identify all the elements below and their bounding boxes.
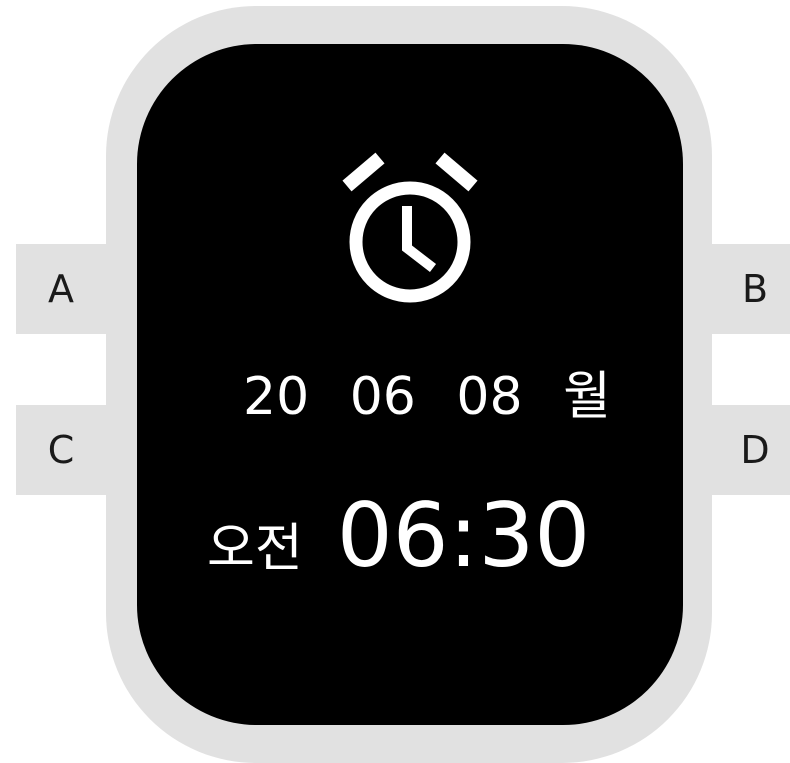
clock-time: 06:30 <box>336 484 591 587</box>
date-year: 20 <box>243 367 310 427</box>
date-weekday: 월 <box>563 367 611 427</box>
ampm-indicator: 오전 <box>207 519 303 579</box>
date-month: 06 <box>349 367 416 427</box>
date-display: 20 06 08 월 <box>137 354 683 429</box>
time-display: 오전 06:30 <box>207 484 590 587</box>
date-day: 08 <box>456 367 523 427</box>
button-b-label: B <box>741 267 769 311</box>
alarm-clock-icon <box>342 152 478 303</box>
button-d-label: D <box>740 428 770 472</box>
button-a-label: A <box>48 267 74 311</box>
watch-screen: 20 06 08 월 오전 06:30 <box>137 44 683 725</box>
button-c-label: C <box>47 428 75 472</box>
